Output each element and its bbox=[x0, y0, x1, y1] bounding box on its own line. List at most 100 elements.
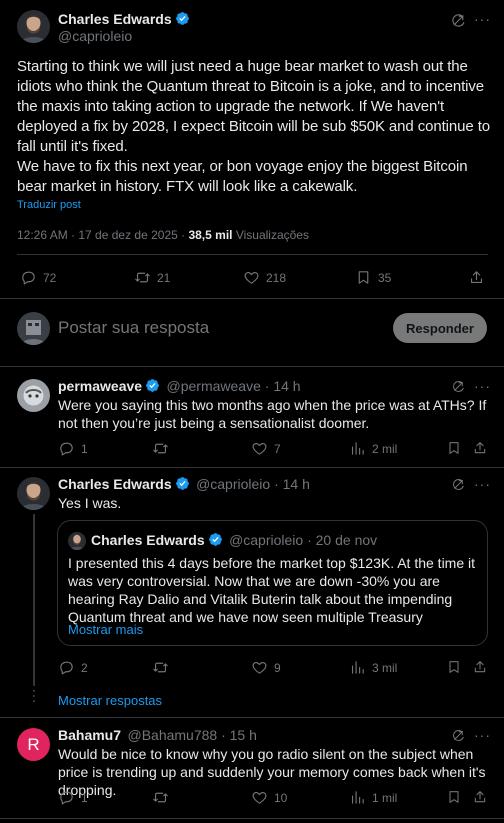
reply-count: 1 bbox=[81, 441, 88, 456]
like-button[interactable]: 10 bbox=[251, 789, 287, 806]
avatar-initial: R bbox=[27, 734, 40, 754]
verified-badge-icon bbox=[208, 532, 223, 547]
more-options-icon[interactable]: ··· bbox=[474, 727, 491, 743]
like-count: 7 bbox=[274, 441, 281, 456]
more-options-icon[interactable]: ··· bbox=[474, 378, 491, 394]
share-icon[interactable] bbox=[468, 269, 485, 286]
repost-icon bbox=[152, 659, 169, 676]
reply-icon bbox=[58, 789, 75, 806]
avatar-image bbox=[17, 312, 50, 345]
thread-line bbox=[33, 514, 35, 686]
repost-button[interactable] bbox=[152, 440, 175, 457]
heart-icon bbox=[251, 789, 268, 806]
author-handle[interactable]: @permaweave · 14 h bbox=[167, 378, 301, 394]
verified-badge-icon bbox=[145, 378, 160, 393]
grok-icon[interactable] bbox=[451, 477, 466, 492]
reply-button[interactable]: 2 bbox=[58, 659, 88, 676]
quoted-author-name: Charles Edwards bbox=[91, 532, 205, 548]
reply-icon bbox=[58, 440, 75, 457]
heart-icon bbox=[251, 659, 268, 676]
grok-icon[interactable] bbox=[451, 728, 466, 743]
views-icon bbox=[349, 659, 366, 676]
author-avatar[interactable]: R bbox=[17, 728, 50, 761]
share-icon[interactable] bbox=[472, 440, 488, 456]
reply-input[interactable] bbox=[58, 316, 378, 340]
author-handle[interactable]: @Bahamu788 · 15 h bbox=[127, 727, 256, 743]
quoted-post-text: I presented this 4 days before the marke… bbox=[68, 555, 476, 625]
repost-button[interactable] bbox=[152, 659, 175, 676]
post-meta: 12:26 AM · 17 de dez de 2025 · 38,5 mil … bbox=[17, 228, 309, 242]
divider bbox=[17, 254, 488, 255]
reply-submit-button[interactable]: Responder bbox=[393, 313, 487, 343]
show-more-link[interactable]: Mostrar mais bbox=[68, 622, 143, 637]
views-button[interactable]: 1 mil bbox=[349, 789, 397, 806]
avatar-image bbox=[17, 477, 50, 510]
post-text-paragraph: We have to fix this next year, or bon vo… bbox=[17, 158, 468, 195]
quoted-post-card[interactable]: Charles Edwards @caprioleio · 20 de nov … bbox=[57, 520, 488, 646]
grok-icon[interactable] bbox=[451, 379, 466, 394]
author-name[interactable]: Charles Edwards bbox=[58, 476, 172, 492]
divider bbox=[0, 298, 504, 299]
bookmark-icon[interactable] bbox=[446, 440, 462, 456]
bookmark-button[interactable]: 35 bbox=[355, 269, 391, 286]
share-icon[interactable] bbox=[472, 789, 488, 805]
repost-icon bbox=[152, 440, 169, 457]
author-handle[interactable]: @caprioleio bbox=[58, 28, 132, 44]
heart-icon bbox=[251, 440, 268, 457]
like-button[interactable]: 9 bbox=[251, 659, 281, 676]
divider bbox=[0, 366, 504, 367]
author-avatar[interactable] bbox=[17, 10, 50, 43]
more-options-icon[interactable]: ··· bbox=[474, 11, 491, 27]
reply-count: 2 bbox=[81, 660, 88, 675]
like-button[interactable]: 218 bbox=[243, 269, 286, 286]
views-count: 2 mil bbox=[372, 441, 398, 456]
post-text: Starting to think we will just need a hu… bbox=[17, 57, 492, 197]
repost-button[interactable] bbox=[152, 789, 175, 806]
views-label: Visualizações bbox=[232, 228, 309, 242]
quoted-author-avatar bbox=[68, 532, 86, 550]
avatar-image bbox=[17, 379, 50, 412]
like-count: 10 bbox=[274, 790, 288, 805]
thread-dots bbox=[32, 690, 36, 702]
views-count: 1 mil bbox=[372, 790, 398, 805]
bookmark-icon[interactable] bbox=[446, 789, 462, 805]
reply-text: Yes I was. bbox=[58, 495, 122, 511]
like-count: 218 bbox=[266, 270, 287, 285]
author-avatar[interactable] bbox=[17, 379, 50, 412]
like-count: 9 bbox=[274, 660, 281, 675]
show-replies-link[interactable]: Mostrar respostas bbox=[58, 693, 162, 708]
bookmark-count: 35 bbox=[378, 270, 392, 285]
translate-post-link[interactable]: Traduzir post bbox=[17, 199, 81, 211]
reply-text: Were you saying this two months ago when… bbox=[58, 397, 487, 431]
divider bbox=[0, 818, 504, 819]
reply-button[interactable]: 1 bbox=[58, 789, 88, 806]
current-user-avatar[interactable] bbox=[17, 312, 50, 345]
author-name[interactable]: Charles Edwards bbox=[58, 11, 172, 27]
views-icon bbox=[349, 440, 366, 457]
post-timestamp[interactable]: 12:26 AM · 17 de dez de 2025 · bbox=[17, 228, 188, 242]
bookmark-icon[interactable] bbox=[446, 659, 462, 675]
repost-icon bbox=[134, 269, 151, 286]
author-name[interactable]: permaweave bbox=[58, 378, 142, 394]
reply-button[interactable]: 72 bbox=[20, 269, 56, 286]
author-name[interactable]: Bahamu7 bbox=[58, 727, 121, 743]
avatar-image bbox=[68, 532, 86, 550]
share-icon[interactable] bbox=[472, 659, 488, 675]
reply-count: 72 bbox=[43, 270, 57, 285]
divider bbox=[0, 717, 504, 718]
author-handle[interactable]: @caprioleio · 14 h bbox=[196, 476, 310, 492]
views-button[interactable]: 3 mil bbox=[349, 659, 397, 676]
author-avatar[interactable] bbox=[17, 477, 50, 510]
grok-icon[interactable] bbox=[450, 12, 467, 29]
views-button[interactable]: 2 mil bbox=[349, 440, 397, 457]
bookmark-icon bbox=[355, 269, 372, 286]
like-button[interactable]: 7 bbox=[251, 440, 281, 457]
reply-icon bbox=[20, 269, 37, 286]
more-options-icon[interactable]: ··· bbox=[474, 476, 491, 492]
views-count: 3 mil bbox=[372, 660, 398, 675]
verified-badge-icon bbox=[175, 476, 190, 491]
avatar-image bbox=[17, 10, 50, 43]
repost-button[interactable]: 21 bbox=[134, 269, 170, 286]
reply-button[interactable]: 1 bbox=[58, 440, 88, 457]
verified-badge-icon bbox=[175, 11, 190, 26]
